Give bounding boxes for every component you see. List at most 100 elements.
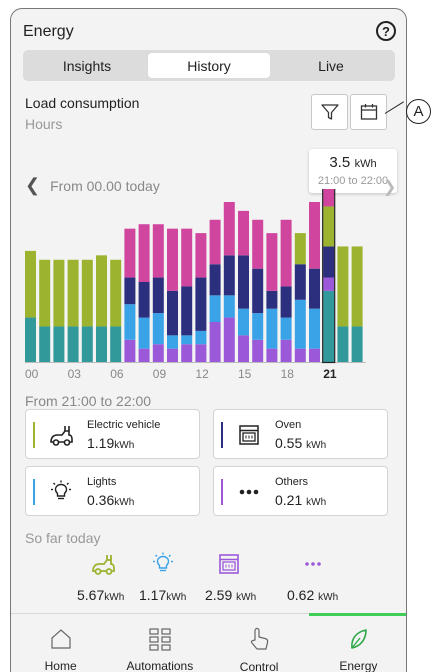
chart-bar-segment[interactable] [124,304,136,340]
chart-bar-segment[interactable] [81,326,93,362]
chart-bar-segment[interactable] [181,228,193,287]
chart-bar-segment[interactable] [280,286,292,318]
chart-bar-segment[interactable] [67,326,79,362]
nav-home[interactable]: Home [11,614,110,672]
chart-bar-segment[interactable] [53,259,65,327]
grid-icon [148,626,172,651]
chart-bar-segment[interactable] [266,290,278,309]
chart-bar-segment[interactable] [39,326,51,362]
chart-bar-segment[interactable] [323,206,335,247]
chart-bar-segment[interactable] [223,202,235,256]
chart-bar-segment[interactable] [238,335,249,362]
chart-bar-segment[interactable] [323,189,335,207]
chart-bar-segment[interactable] [209,322,221,362]
card-electric-vehicle[interactable]: Electric vehicle 1.19kWh [25,409,200,459]
chart-bar-segment[interactable] [167,335,178,349]
chart-bar-segment[interactable] [195,233,207,278]
chart-bar-segment[interactable] [323,246,335,278]
chart-bar-segment[interactable] [252,313,264,340]
chart-bar-segment[interactable] [124,228,136,278]
chart-bar-segment[interactable] [309,268,320,309]
chart-bar-segment[interactable] [167,348,178,362]
tab-insights[interactable]: Insights [26,53,148,78]
chart-bar-segment[interactable] [337,326,349,362]
calendar-button[interactable] [350,94,387,130]
chart-bar-segment[interactable] [110,326,122,362]
chart-bar-segment[interactable] [195,344,207,362]
chart-bar-segment[interactable] [252,219,264,269]
chart-bar-segment[interactable] [351,326,363,362]
chart-bar-segment[interactable] [294,233,306,265]
chart-bar-segment[interactable] [309,308,320,349]
load-chart[interactable]: 00 03 06 09 12 15 18 21 [25,189,385,385]
chart-bar-segment[interactable] [280,219,292,287]
chart-bar-segment[interactable] [266,308,278,349]
chart-bar-segment[interactable] [138,317,150,349]
chart-bar-segment[interactable] [96,255,107,327]
so-far-value-ev: 5.67kWh [77,587,124,603]
chart-bar-segment[interactable] [209,295,221,322]
chart-bar-segment[interactable] [152,224,164,278]
chart-bar-segment[interactable] [152,313,164,345]
card-color-bar [221,422,223,448]
chart-bar-segment[interactable] [96,326,107,362]
chart-bar-segment[interactable] [195,330,207,345]
chart-bar-segment[interactable] [181,344,193,362]
nav-control[interactable]: Control [210,614,309,672]
filter-button[interactable] [311,94,348,130]
app-window: Energy ? Insights History Live Load cons… [10,8,407,672]
help-icon[interactable]: ? [376,21,396,41]
chart-bar-segment[interactable] [280,317,292,340]
chart-bar-segment[interactable] [181,286,193,336]
chart-bar-segment[interactable] [252,268,264,314]
chart-bar-segment[interactable] [81,259,93,327]
chart-bar-segment[interactable] [323,277,335,291]
chart-bar-segment[interactable] [323,290,335,362]
chart-bar-segment[interactable] [138,282,150,318]
chart-bar-segment[interactable] [152,277,164,314]
chart-bar-segment[interactable] [238,255,249,309]
chart-bar-segment[interactable] [223,255,235,296]
chart-bar-segment[interactable] [152,344,164,362]
chart-bar-segment[interactable] [266,233,278,291]
chart-bar-segment[interactable] [167,290,178,336]
chart-bar-segment[interactable] [238,210,249,256]
chart-bar-segment[interactable] [25,250,36,318]
chart-bar-segment[interactable] [39,259,51,327]
tab-live[interactable]: Live [270,53,392,78]
so-far-label: So far today [25,530,101,546]
chart-bar-segment[interactable] [266,348,278,362]
chart-bar-segment[interactable] [209,264,221,296]
chart-bar-segment[interactable] [167,228,178,291]
chart-bar-segment[interactable] [110,259,122,327]
chart-bar-segment[interactable] [294,299,306,349]
chart-bar-segment[interactable] [337,246,349,327]
chart-bar-segment[interactable] [351,246,363,327]
chart-bar-segment[interactable] [67,259,79,327]
chart-bar-segment[interactable] [181,335,193,345]
chart-bar-segment[interactable] [124,339,136,362]
chart-bar-segment[interactable] [138,224,150,282]
chart-bar-segment[interactable] [223,317,235,362]
chart-bar-segment[interactable] [53,326,65,362]
tab-history[interactable]: History [148,53,270,78]
chart-bar-segment[interactable] [223,295,235,318]
chevron-right-icon[interactable]: ❯ [383,177,396,197]
chart-bar-segment[interactable] [309,348,320,362]
chart-bar-segment[interactable] [25,317,36,362]
chart-bar-segment[interactable] [252,339,264,362]
chart-bar-segment[interactable] [195,277,207,331]
chart-bar-segment[interactable] [280,339,292,362]
chart-bar-segment[interactable] [124,277,136,305]
chart-bar-segment[interactable] [294,348,306,362]
chart-bar-segment[interactable] [138,348,150,362]
card-oven[interactable]: Oven 0.55 kWh [213,409,388,459]
nav-energy[interactable]: Energy [308,613,406,672]
chart-bar-segment[interactable] [209,219,221,265]
chart-bar-segment[interactable] [309,202,320,269]
card-lights[interactable]: Lights 0.36kWh [25,466,200,516]
card-others[interactable]: Others 0.21 kWh [213,466,388,516]
nav-automations[interactable]: Automations [110,614,209,672]
chart-bar-segment[interactable] [238,308,249,336]
chart-bar-segment[interactable] [294,264,306,300]
